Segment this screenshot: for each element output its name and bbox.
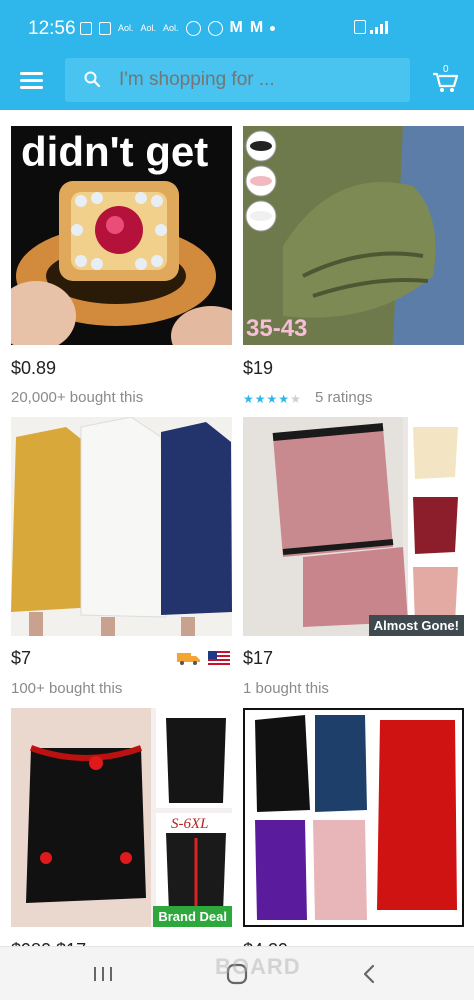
star-icon: ★ [266,392,279,406]
search-bar[interactable] [65,58,410,102]
back-icon[interactable] [356,961,384,987]
product-image[interactable] [11,417,232,636]
aol-icon: Aol. [118,23,134,33]
product-image[interactable]: S-6XL Brand Deal [11,708,232,927]
gmail-icon: M [249,19,264,36]
signal-indicators [354,20,388,34]
product-card[interactable]: S-6XL Brand Deal $980 $17 [11,708,232,946]
cart-icon [433,72,459,92]
purchase-count: 100+ bought this [11,680,123,697]
shield-icon [207,20,223,36]
product-card[interactable]: Almost Gone! $17 1 bought this [243,417,464,697]
product-card[interactable]: $7 100+ bought this [11,417,232,697]
cart-button[interactable]: 0 [432,64,460,94]
notification-icon [99,21,111,35]
star-icon: ★ [254,392,267,406]
us-flag-icon [208,651,230,665]
product-image[interactable]: Almost Gone! [243,417,464,636]
recent-apps-icon[interactable] [90,961,118,987]
watermark: BOARD [215,954,301,979]
aol-icon: Aol. [163,23,179,33]
vinyl-dress-image [255,715,457,920]
product-grid: didn't get $0.89 20,000+ bought this 35-… [0,110,474,946]
product-image[interactable] [243,708,464,927]
m-icon: M [229,19,243,36]
half-star-icon: ★ [278,392,291,406]
lock-icon [185,20,201,36]
status-icons: Aol. Aol. Aol. M M [80,19,276,36]
search-input[interactable] [119,58,399,102]
sim-card-icon [80,21,92,35]
product-image[interactable]: 35-43 [243,126,464,345]
image-caption: 35-43 [246,315,308,342]
status-bar: 12:56 Aol. Aol. Aol. M M [0,0,474,56]
aol-icon: Aol. [140,23,157,33]
empty-star-icon: ★ [290,392,302,406]
product-price: $17 [243,648,274,668]
purchase-count: 20,000+ bought this [11,389,144,406]
product-price: $0.89 [11,358,57,378]
star-icon: ★ [243,392,255,406]
product-card[interactable]: didn't get $0.89 20,000+ bought this [11,126,232,406]
image-caption: S-6XL [171,816,209,832]
product-card[interactable]: $4.29 [243,708,464,946]
sneaker-image [243,126,464,345]
product-price: $7 [11,648,32,668]
pajama-image [243,417,464,636]
brand-deal-badge: Brand Deal [153,906,232,927]
dot-icon [270,25,276,31]
dress-image [11,417,232,636]
search-icon [84,71,100,87]
truck-icon [177,653,200,665]
menu-button[interactable] [20,72,44,92]
status-time: 12:56 [28,18,76,39]
signal-icon [370,21,388,34]
ring-image [11,181,232,345]
product-price: $19 [243,358,274,378]
purchase-count: 1 bought this [243,680,329,697]
product-card[interactable]: 35-43 $19 ★★★★★ 5 ratings [243,126,464,406]
product-image[interactable]: didn't get [11,126,232,345]
almost-gone-badge: Almost Gone! [368,615,464,636]
wifi-icon [354,20,366,34]
star-rating: ★★★★★ [243,392,302,406]
ratings-count: 5 ratings [315,389,373,406]
app-header: 0 [0,56,474,110]
